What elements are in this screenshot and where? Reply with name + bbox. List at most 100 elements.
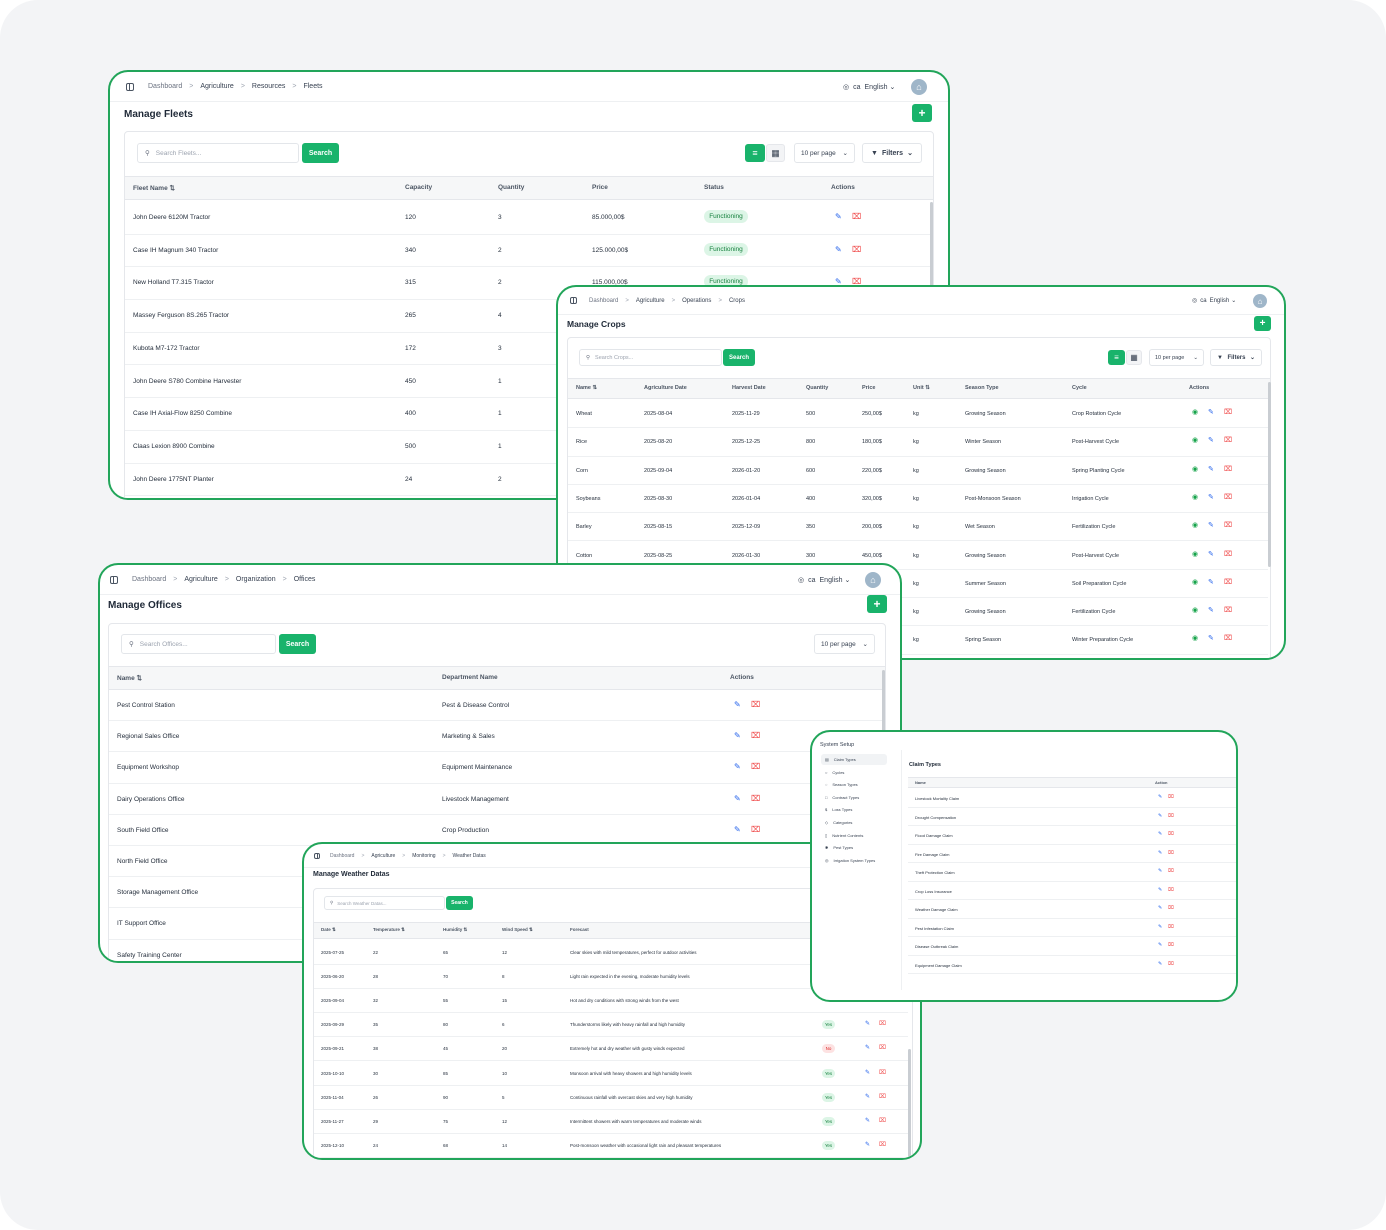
edit-icon[interactable]: ✎ [865,1021,870,1027]
eye-icon[interactable]: ◉ [1192,551,1198,558]
trash-icon[interactable]: ⌧ [1168,813,1174,819]
edit-icon[interactable]: ✎ [734,794,741,803]
breadcrumb-item[interactable]: Dashboard [132,576,166,583]
add-button[interactable]: + [1254,316,1271,331]
trash-icon[interactable]: ⌧ [1168,943,1174,948]
edit-icon[interactable]: ✎ [734,825,741,834]
sidebar-item[interactable]: ✱ Pest Types [821,842,887,853]
edit-icon[interactable]: ✎ [1158,850,1162,856]
edit-icon[interactable]: ✎ [865,1118,870,1124]
edit-icon[interactable]: ✎ [1158,943,1162,948]
filters-button[interactable]: ▼ Filters ⌄ [862,143,922,163]
trash-icon[interactable]: ⌧ [751,763,760,771]
eye-icon[interactable]: ◉ [1192,522,1198,529]
avatar[interactable]: ⌂ [911,79,927,95]
per-page-select[interactable]: 10 per page ⌄ [814,634,875,654]
trash-icon[interactable]: ⌧ [1224,409,1232,416]
trash-icon[interactable]: ⌧ [879,1142,886,1148]
trash-icon[interactable]: ⌧ [1224,494,1232,501]
edit-icon[interactable]: ✎ [1158,869,1162,874]
column-header[interactable]: Name ⇅ [117,674,142,682]
search-input[interactable]: ⚲ Search Fleets... [137,143,299,163]
trash-icon[interactable]: ⌧ [1168,961,1174,967]
edit-icon[interactable]: ✎ [734,701,741,709]
edit-icon[interactable]: ✎ [734,732,741,740]
column-header[interactable]: Humidity ⇅ [443,927,467,933]
sidebar-item[interactable]: □ Contract Types [821,792,887,803]
trash-icon[interactable]: ⌧ [879,1070,886,1076]
breadcrumb-item[interactable]: Dashboard [330,853,354,859]
trash-icon[interactable]: ⌧ [1168,832,1174,837]
add-button[interactable]: + [912,104,932,122]
eye-icon[interactable]: ◉ [1192,607,1198,614]
search-input[interactable]: ⚲ Search Weather Datas... [324,896,445,910]
trash-icon[interactable]: ⌧ [751,701,760,709]
column-header[interactable]: Temperature ⇅ [373,927,405,933]
scrollbar[interactable] [908,1049,911,1158]
trash-icon[interactable]: ⌧ [1168,887,1174,893]
add-button[interactable]: + [867,595,887,613]
trash-icon[interactable]: ⌧ [1224,607,1232,614]
breadcrumb-item[interactable]: Agriculture [371,853,395,859]
trash-icon[interactable]: ⌧ [751,825,760,834]
eye-icon[interactable]: ◉ [1192,466,1198,473]
trash-icon[interactable]: ⌧ [1168,906,1174,911]
sidebar-toggle-icon[interactable] [110,575,118,584]
edit-icon[interactable]: ✎ [1158,832,1162,837]
trash-icon[interactable]: ⌧ [1224,522,1232,529]
edit-icon[interactable]: ✎ [734,763,741,771]
trash-icon[interactable]: ⌧ [879,1118,886,1124]
trash-icon[interactable]: ⌧ [1168,795,1174,800]
sidebar-toggle-icon[interactable] [126,82,134,91]
sidebar-item[interactable]: ◎ Irrigation System Types [821,855,887,866]
search-input[interactable]: ⚲ Search Offices... [121,634,276,654]
eye-icon[interactable]: ◉ [1192,494,1198,501]
eye-icon[interactable]: ◉ [1192,437,1198,444]
search-button[interactable]: Search [723,349,755,366]
edit-icon[interactable]: ✎ [1208,551,1214,558]
eye-icon[interactable]: ◉ [1192,409,1198,416]
language-selector[interactable]: ◎ ca English ⌄ [843,83,895,92]
trash-icon[interactable]: ⌧ [852,245,861,254]
sidebar-item[interactable]: ○ Cycles [821,767,887,778]
trash-icon[interactable]: ⌧ [879,1045,886,1051]
column-header[interactable]: Date ⇅ [321,927,336,933]
edit-icon[interactable]: ✎ [1208,437,1214,444]
edit-icon[interactable]: ✎ [1208,635,1214,642]
search-input[interactable]: ⚲ Search Crops... [579,349,722,366]
search-button[interactable]: Search [302,143,339,163]
sidebar-item[interactable]: ▯ Nutrient Contents [821,830,887,841]
avatar[interactable]: ⌂ [865,572,881,588]
column-header[interactable]: Name ⇅ [576,385,597,391]
column-header[interactable]: Unit ⇅ [913,385,930,391]
search-button[interactable]: Search [446,896,473,910]
search-button[interactable]: Search [279,634,316,654]
trash-icon[interactable]: ⌧ [1168,850,1174,856]
trash-icon[interactable]: ⌧ [879,1021,886,1027]
sidebar-item[interactable]: ▤ Claim Types [821,754,887,765]
list-view-button[interactable]: ≡ [745,144,765,162]
language-selector[interactable]: ◎ ca English ⌄ [798,576,850,585]
eye-icon[interactable]: ◉ [1192,635,1198,642]
breadcrumb-item[interactable]: Dashboard [148,83,182,90]
breadcrumb-item[interactable]: Operations [682,298,711,304]
column-header[interactable]: Fleet Name ⇅ [133,184,175,192]
edit-icon[interactable]: ✎ [1158,887,1162,893]
breadcrumb-item[interactable]: Agriculture [636,298,665,304]
edit-icon[interactable]: ✎ [1208,409,1214,416]
edit-icon[interactable]: ✎ [1208,607,1214,614]
trash-icon[interactable]: ⌧ [751,732,760,740]
column-header[interactable]: Wind Speed ⇅ [502,927,533,933]
trash-icon[interactable]: ⌧ [1224,579,1232,586]
breadcrumb-item[interactable]: Organization [236,576,276,583]
avatar[interactable]: ⌂ [1253,294,1267,308]
eye-icon[interactable]: ◉ [1192,579,1198,586]
breadcrumb-item[interactable]: Dashboard [589,298,618,304]
edit-icon[interactable]: ✎ [865,1070,870,1076]
edit-icon[interactable]: ✎ [1208,494,1214,501]
trash-icon[interactable]: ⌧ [751,794,760,803]
edit-icon[interactable]: ✎ [1158,906,1162,911]
edit-icon[interactable]: ✎ [1208,579,1214,586]
trash-icon[interactable]: ⌧ [879,1094,886,1100]
edit-icon[interactable]: ✎ [1158,961,1162,967]
